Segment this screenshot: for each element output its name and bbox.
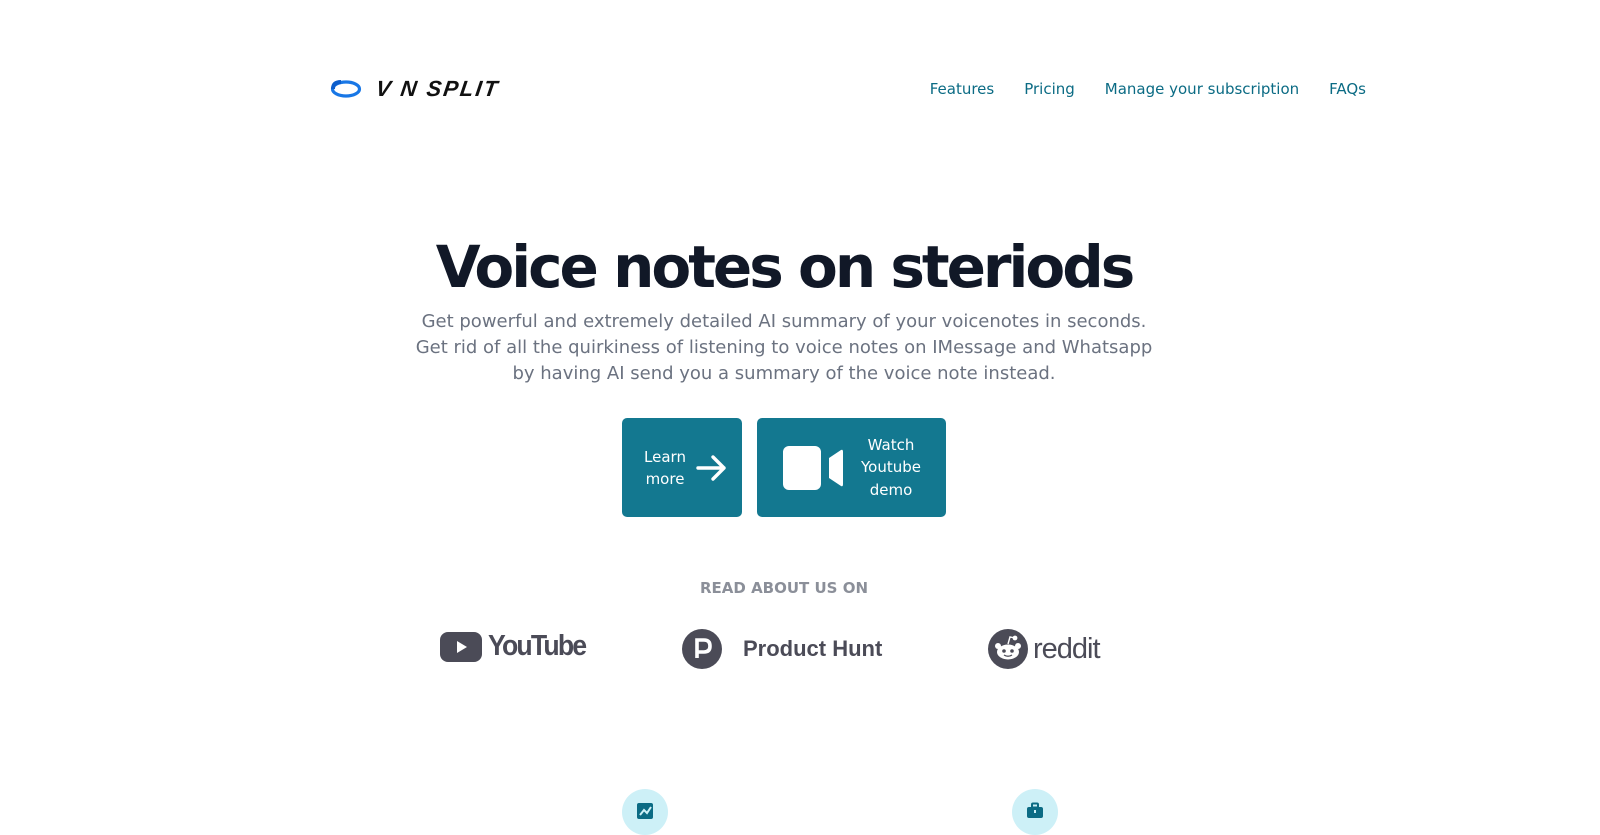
reddit-icon (988, 629, 1028, 669)
arrow-right-icon (696, 454, 726, 481)
watch-demo-button[interactable]: Watch Youtube demo (757, 418, 946, 517)
reddit-wordmark: reddit (1033, 632, 1101, 665)
chart-icon (637, 803, 653, 819)
youtube-wordmark: YouTube (488, 630, 587, 662)
logo-ring-icon (330, 80, 362, 98)
product-hunt-wordmark: Product Hunt (743, 636, 883, 661)
nav-features-link[interactable]: Features (930, 80, 995, 98)
hero-title: Voice notes on steriods (435, 233, 1136, 301)
nav-pricing-link[interactable]: Pricing (1024, 80, 1075, 98)
logo-text: V N SPLIT (374, 76, 501, 101)
learn-more-label: Learn more (644, 447, 686, 488)
youtube-logo[interactable]: YouTube (440, 630, 594, 663)
main-nav: Features Pricing Manage your subscriptio… (930, 80, 1366, 98)
product-hunt-logo[interactable]: Product Hunt (682, 629, 882, 669)
logo[interactable]: V N SPLIT (330, 76, 501, 101)
site-header: V N SPLIT Features Pricing Manage your s… (330, 60, 1366, 118)
watch-demo-label: Watch Youtube demo (861, 435, 921, 499)
product-hunt-icon (682, 629, 722, 669)
reddit-logo[interactable]: reddit (988, 629, 1101, 669)
nav-faqs-link[interactable]: FAQs (1329, 80, 1366, 98)
feature-icon-chart (622, 789, 668, 835)
read-about-us-label: READ ABOUT US ON (699, 579, 869, 597)
video-camera-icon (783, 445, 843, 490)
nav-manage-subscription-link[interactable]: Manage your subscription (1105, 80, 1299, 98)
feature-icon-briefcase (1012, 789, 1058, 835)
briefcase-icon (1027, 802, 1043, 818)
youtube-icon (440, 631, 482, 662)
hero-subtitle: Get powerful and extremely detailed AI s… (415, 311, 1153, 384)
learn-more-button[interactable]: Learn more (622, 418, 742, 517)
